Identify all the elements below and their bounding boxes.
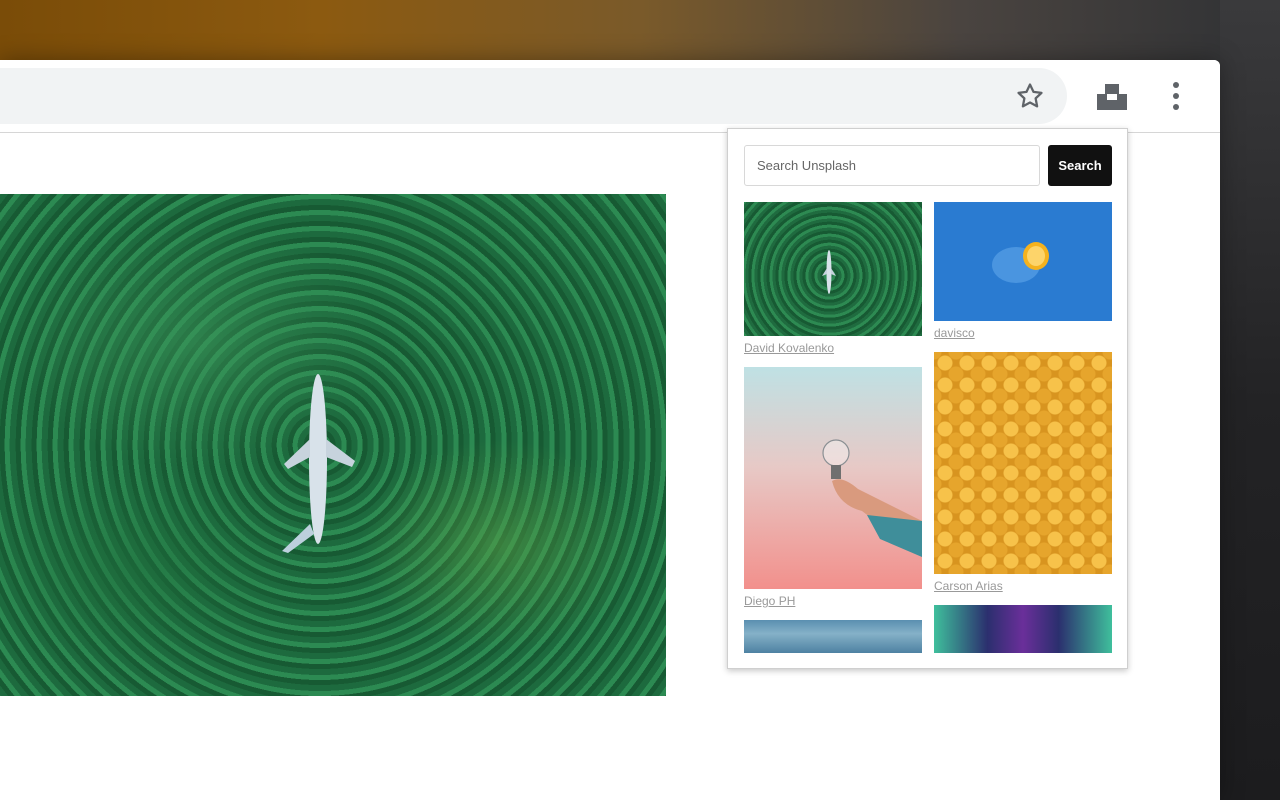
photographer-link[interactable]: Carson Arias — [934, 579, 1112, 593]
photo-card: David Kovalenko — [744, 202, 922, 355]
airplane-icon — [822, 250, 836, 294]
forest-airplane-hero-image — [0, 194, 666, 696]
bookmark-star-button[interactable] — [1010, 76, 1050, 116]
airplane-icon — [282, 374, 355, 553]
photo-column-right: davisco Carson Arias — [934, 202, 1112, 653]
unsplash-logo-icon — [1097, 84, 1127, 110]
photo-results: David Kovalenko Diego PH davisco Carson … — [744, 202, 1112, 653]
photo-column-left: David Kovalenko Diego PH — [744, 202, 922, 653]
browser-toolbar — [0, 60, 1220, 133]
photo-card: davisco — [934, 202, 1112, 340]
lightbulb-in-hand-photo[interactable] — [744, 367, 922, 589]
yellow-heads-photo[interactable] — [934, 352, 1112, 574]
address-bar[interactable] — [0, 68, 1067, 124]
photographer-link[interactable]: davisco — [934, 326, 1112, 340]
neon-tunnel-photo[interactable] — [934, 605, 1112, 653]
lightbulb-icon — [822, 439, 922, 557]
photo-card — [744, 620, 922, 653]
photo-card — [934, 605, 1112, 653]
more-vert-icon — [1173, 82, 1179, 110]
photographer-link[interactable]: Diego PH — [744, 594, 922, 608]
photo-card: Carson Arias — [934, 352, 1112, 593]
star-icon — [1017, 83, 1043, 108]
photographer-link[interactable]: David Kovalenko — [744, 341, 922, 355]
desktop-background — [1220, 0, 1280, 800]
search-input[interactable] — [744, 145, 1040, 186]
sea-photo[interactable] — [744, 620, 922, 653]
unsplash-popup: Search David Kovalenko — [727, 128, 1128, 669]
photo-card: Diego PH — [744, 367, 922, 608]
forest-airplane-photo[interactable] — [744, 202, 922, 336]
lemon-icon — [992, 242, 1049, 283]
blue-lemon-photo[interactable] — [934, 202, 1112, 321]
unsplash-extension-button[interactable] — [1092, 76, 1132, 116]
browser-menu-button[interactable] — [1156, 76, 1196, 116]
search-button[interactable]: Search — [1048, 145, 1112, 186]
